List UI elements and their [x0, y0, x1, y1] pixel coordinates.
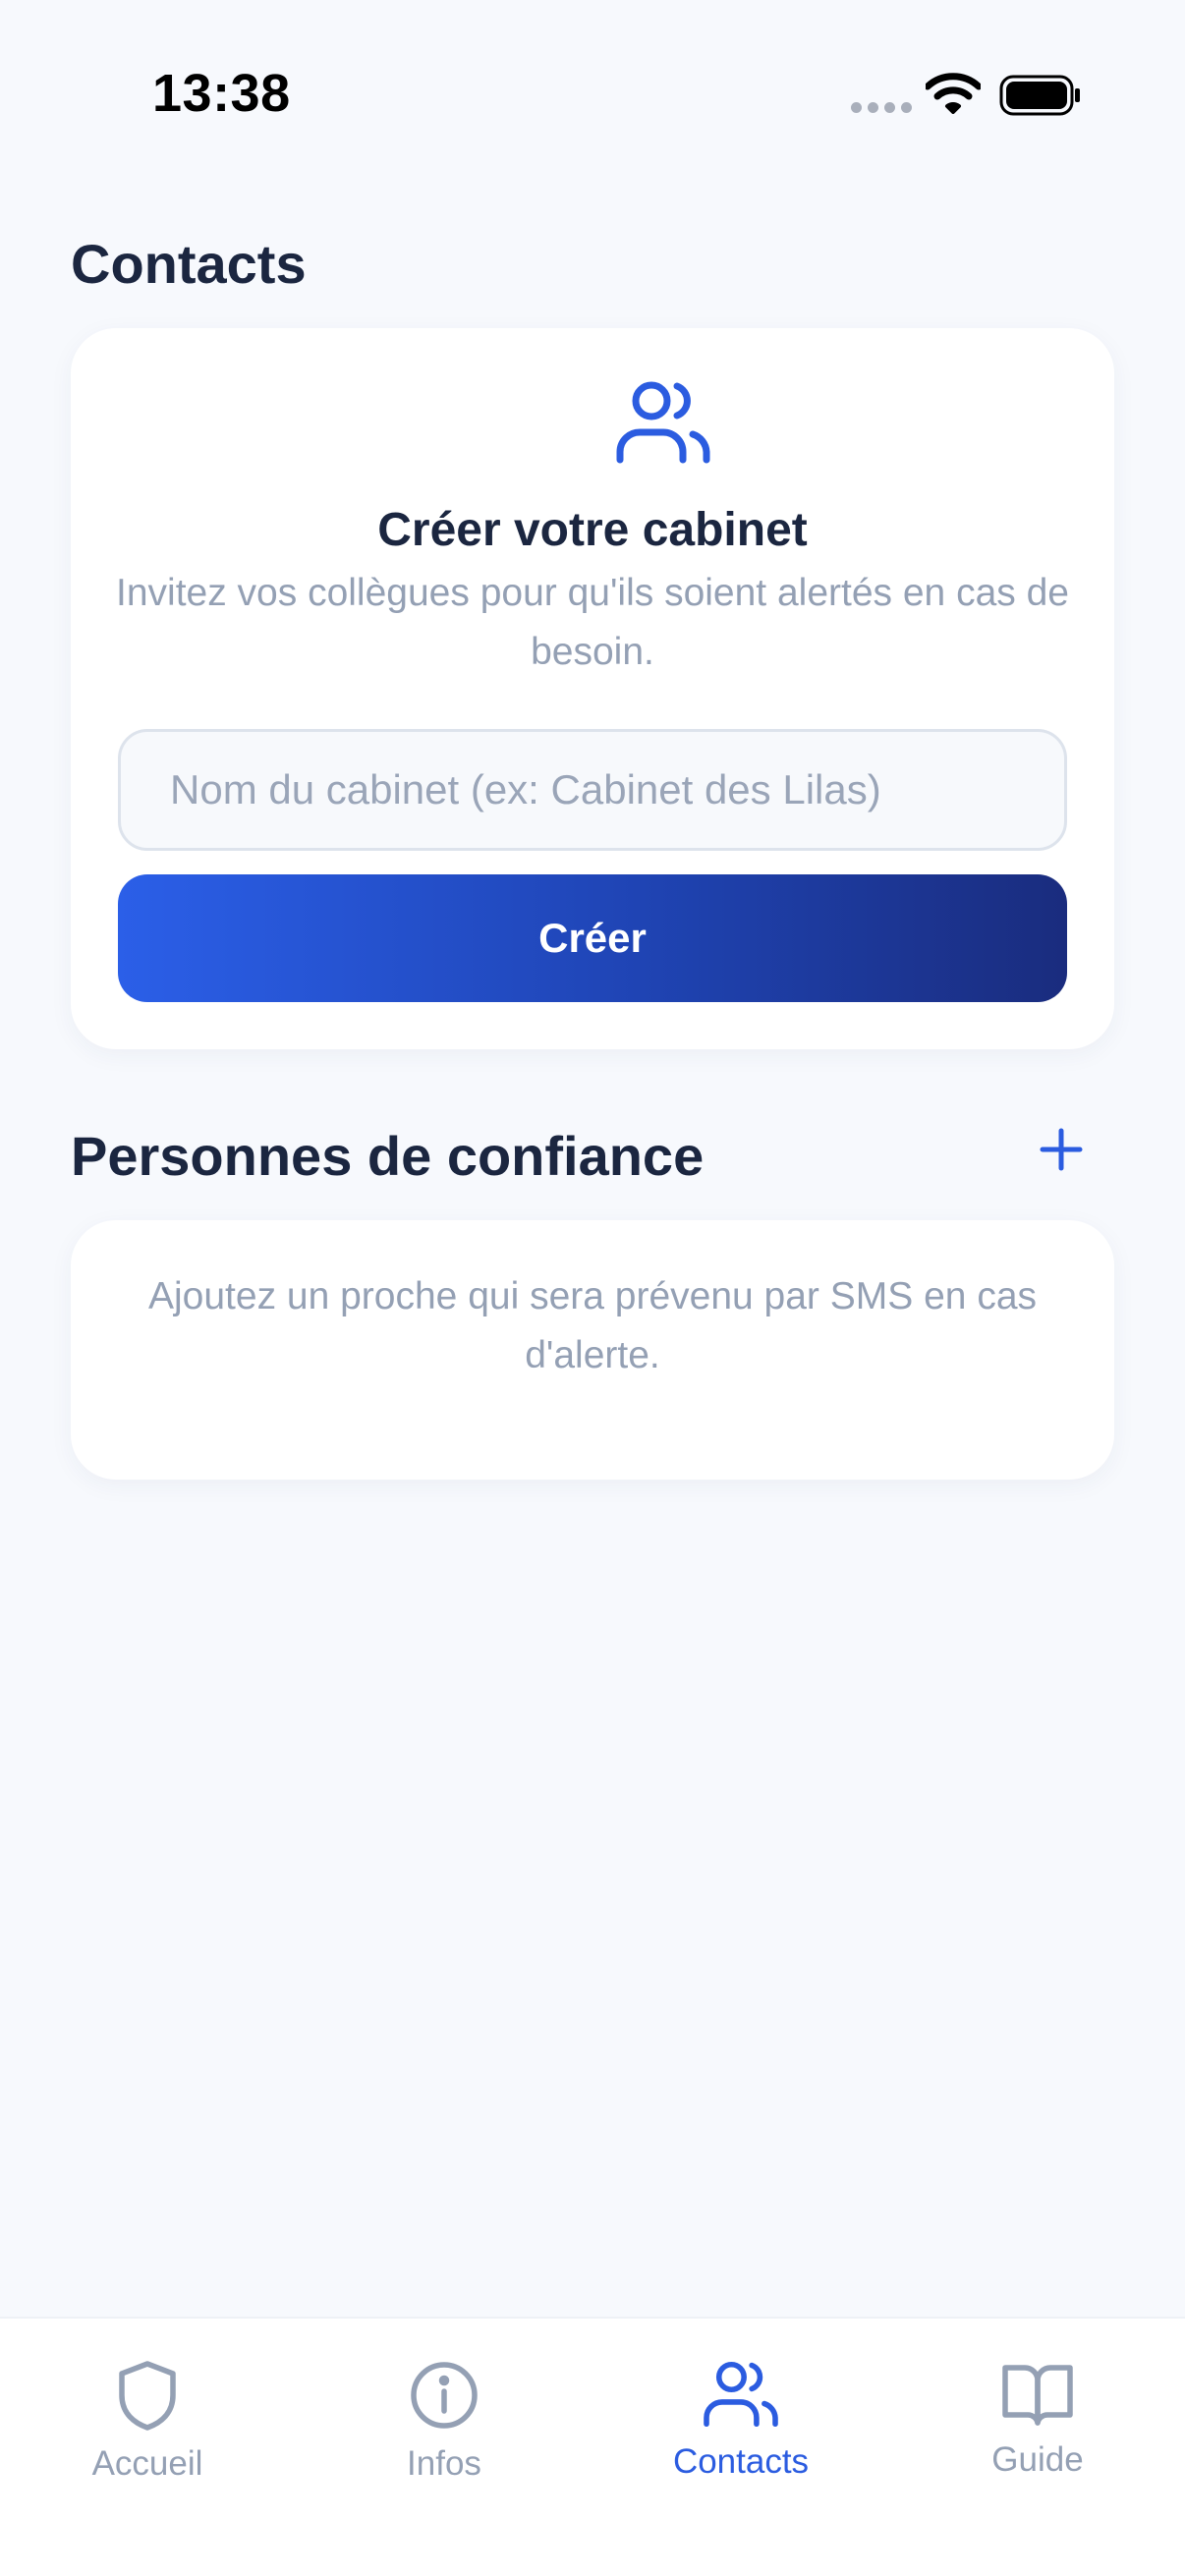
create-cabinet-description: Invitez vos collègues pour qu'ils soient… [116, 572, 1069, 673]
bottom-tab-bar: Accueil Infos Contacts Guide [0, 2317, 1185, 2576]
info-icon [411, 2362, 478, 2429]
tab-contacts[interactable]: Contacts [623, 2360, 859, 2482]
tab-label: Contacts [672, 2442, 810, 2481]
tab-accueil[interactable]: Accueil [29, 2360, 265, 2484]
users-icon [704, 2361, 778, 2428]
cabinet-name-input[interactable] [118, 729, 1067, 851]
create-button[interactable]: Créer [118, 874, 1067, 1002]
create-cabinet-heading: Créer votre cabinet [377, 504, 808, 556]
book-icon [1002, 2365, 1073, 2426]
status-bar: 13:38 [0, 0, 1185, 187]
tab-label: Guide [991, 2440, 1084, 2479]
status-time: 13:38 [152, 64, 291, 123]
users-icon [616, 381, 710, 464]
trusted-persons-title: Personnes de confiance [71, 1125, 705, 1187]
wifi-icon [926, 73, 981, 114]
tab-label: Infos [407, 2444, 481, 2483]
trusted-persons-card: Ajoutez un proche qui sera prévenu par S… [71, 1220, 1114, 1480]
shield-icon [119, 2361, 176, 2431]
contacts-title: Contacts [71, 233, 307, 295]
tab-label: Accueil [91, 2444, 203, 2483]
battery-icon [999, 75, 1080, 116]
trusted-persons-empty-text: Ajoutez un proche qui sera prévenu par S… [147, 1275, 1038, 1376]
cellular-signal-icon [851, 102, 912, 113]
plus-icon [1040, 1128, 1083, 1171]
contacts-screen: 13:38 Contacts Créer votre cabinet Invit… [0, 0, 1185, 2576]
create-cabinet-card: Créer votre cabinet Invitez vos collègue… [71, 328, 1114, 1049]
tab-guide[interactable]: Guide [920, 2360, 1156, 2480]
add-trusted-person-button[interactable] [1032, 1120, 1091, 1179]
tab-infos[interactable]: Infos [326, 2360, 562, 2484]
